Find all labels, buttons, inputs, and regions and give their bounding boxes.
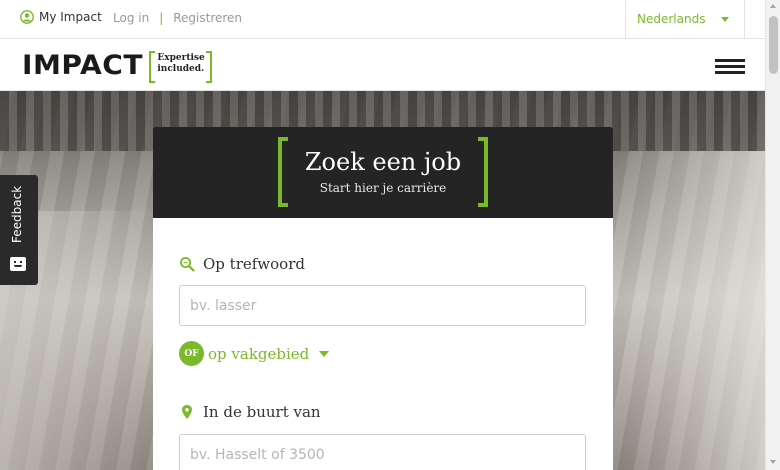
keyword-label-row: Op trefwoord — [179, 255, 305, 273]
top-utility-bar: My Impact Log in | Registreren Nederland… — [0, 0, 765, 39]
my-impact-link[interactable]: My Impact — [20, 10, 102, 24]
location-input[interactable] — [179, 434, 586, 470]
scroll-down-icon[interactable] — [770, 460, 776, 464]
register-link[interactable]: Registreren — [173, 11, 242, 25]
chevron-down-icon — [319, 350, 330, 357]
field-dropdown-label: op vakgebied — [208, 344, 310, 363]
scroll-up-icon[interactable] — [770, 4, 776, 8]
chevron-down-icon — [721, 17, 729, 22]
feedback-tab[interactable]: Feedback — [0, 175, 38, 285]
page-scrollbar[interactable] — [765, 0, 780, 470]
tagline-line-1: Expertise — [157, 53, 205, 63]
search-subtitle: Start hier je carrière — [319, 181, 447, 195]
keyword-label: Op trefwoord — [203, 255, 305, 273]
logo-tagline: Expertise included. — [149, 51, 213, 83]
tagline-line-2: included. — [157, 63, 205, 74]
my-impact-label: My Impact — [39, 10, 102, 24]
feedback-face-icon — [10, 257, 26, 271]
search-panel-header: Zoek een job Start hier je carrière — [153, 127, 613, 218]
field-dropdown[interactable]: OF op vakgebied — [179, 341, 330, 366]
feedback-label: Feedback — [10, 185, 24, 243]
site-header: IMPACT Expertise included. — [0, 39, 765, 91]
scroll-thumb[interactable] — [769, 16, 778, 74]
user-circle-icon — [20, 10, 34, 24]
search-form: Op trefwoord OF op vakgebied In de buurt… — [153, 218, 613, 470]
keyword-input[interactable] — [179, 285, 586, 326]
search-title: Zoek een job — [304, 148, 462, 176]
logo-wordmark: IMPACT — [22, 49, 144, 81]
location-label: In de buurt van — [203, 403, 321, 421]
magnifier-icon — [180, 257, 195, 272]
location-pin-icon — [182, 405, 192, 419]
location-label-row: In de buurt van — [179, 403, 321, 421]
language-value: Nederlands — [637, 12, 706, 26]
hero-light-right — [620, 151, 765, 470]
hamburger-menu-icon[interactable] — [715, 59, 745, 74]
account-links: Log in | Registreren — [113, 11, 242, 25]
language-select[interactable]: Nederlands — [625, 0, 745, 39]
or-badge: OF — [179, 341, 204, 366]
link-separator: | — [159, 11, 164, 25]
login-link[interactable]: Log in — [113, 11, 149, 25]
impact-logo[interactable]: IMPACT Expertise included. — [22, 49, 213, 83]
